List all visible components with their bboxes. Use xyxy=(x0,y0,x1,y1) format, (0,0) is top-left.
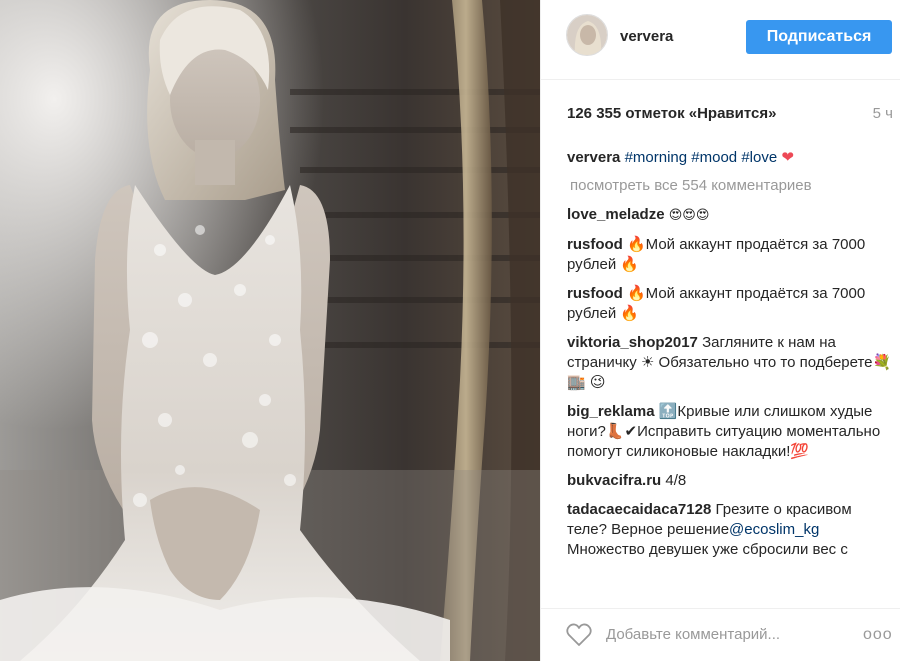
post-details-panel: ververa Подписаться 126 355 отметок «Нра… xyxy=(540,0,900,661)
red-heart-icon: ❤ xyxy=(781,149,794,166)
comment: love_meladze 😍😍😍 xyxy=(567,205,893,226)
comment-text: 😍😍😍 xyxy=(668,208,710,223)
comment: viktoria_shop2017 Загляните к нам на стр… xyxy=(567,333,893,393)
view-all-comments-link[interactable]: посмотреть все 554 комментариев xyxy=(570,176,893,196)
comments-list[interactable]: ververa #morning #mood #love ❤ посмотрет… xyxy=(567,148,893,598)
likes-count[interactable]: 126 355 отметок «Нравится» xyxy=(567,105,776,122)
comment: bukvacifra.ru 4/8 xyxy=(567,471,893,491)
comment-mention[interactable]: @ecoslim_kg xyxy=(729,521,819,538)
username[interactable]: ververa xyxy=(620,28,673,45)
comment-username[interactable]: rusfood xyxy=(567,285,623,302)
comment-username[interactable]: viktoria_shop2017 xyxy=(567,334,698,351)
comment-text: 4/8 xyxy=(665,472,687,489)
comment: big_reklama 🔝Кривые или слишком худые но… xyxy=(567,402,893,462)
comment-text-continued: Множество девушек уже сбросили вес с xyxy=(567,541,848,558)
post-time[interactable]: 5 ч xyxy=(873,105,893,122)
comment-username[interactable]: big_reklama xyxy=(567,403,655,420)
comment-input[interactable]: Добавьте комментарий... xyxy=(606,626,780,643)
hashtag-mood[interactable]: #mood xyxy=(691,149,737,166)
hashtag-morning[interactable]: #morning xyxy=(625,149,688,166)
heart-outline-icon[interactable] xyxy=(566,623,592,647)
comment: rusfood 🔥Мой аккаунт продаётся за 7000 р… xyxy=(567,235,893,275)
follow-button[interactable]: Подписаться xyxy=(746,20,892,54)
comment: tadacaecaidaca7128 Грезите о красивом те… xyxy=(567,500,893,560)
comment-username[interactable]: love_meladze xyxy=(567,206,665,223)
comment: rusfood 🔥Мой аккаунт продаётся за 7000 р… xyxy=(567,284,893,324)
comment-bar: Добавьте комментарий... ooo xyxy=(541,608,900,661)
comment-username[interactable]: tadacaecaidaca7128 xyxy=(567,501,711,518)
ellipsis-icon[interactable]: ooo xyxy=(863,626,893,644)
post-header: ververa Подписаться xyxy=(541,0,900,80)
post-photo[interactable] xyxy=(0,0,540,661)
avatar[interactable] xyxy=(566,14,608,56)
photo-illustration xyxy=(0,0,540,661)
caption-username[interactable]: ververa xyxy=(567,149,620,166)
comment-username[interactable]: bukvacifra.ru xyxy=(567,472,661,489)
hashtag-love[interactable]: #love xyxy=(741,149,777,166)
caption: ververa #morning #mood #love ❤ xyxy=(567,148,893,168)
likes-row: 126 355 отметок «Нравится» 5 ч xyxy=(567,105,893,127)
comment-username[interactable]: rusfood xyxy=(567,236,623,253)
